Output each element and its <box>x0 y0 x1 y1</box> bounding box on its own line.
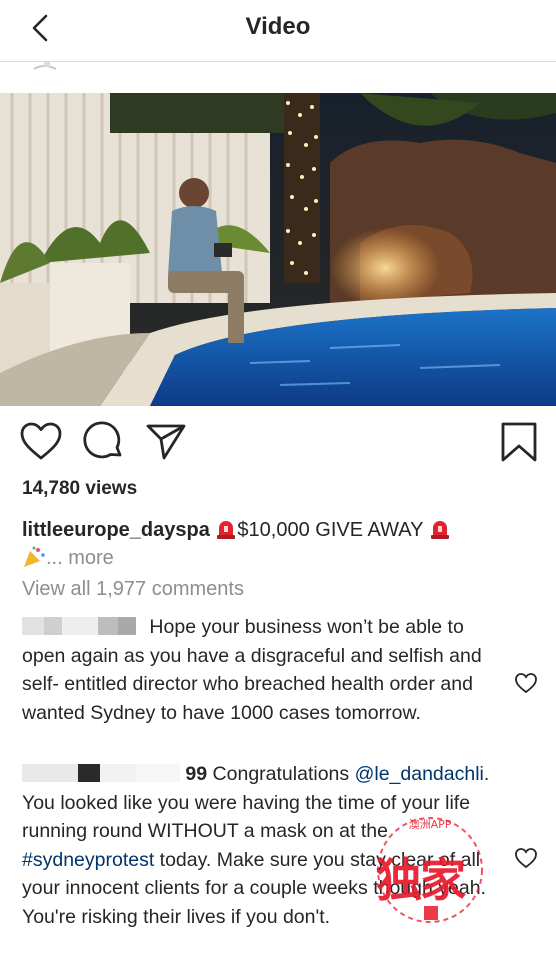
heart-icon <box>20 422 62 460</box>
comment-like-button[interactable] <box>514 847 538 869</box>
view-all-comments-link[interactable]: View all 1,977 comments <box>22 578 244 601</box>
comment-item: 99 Congratulations @le_dandachli. You lo… <box>22 760 512 931</box>
comment-bubble-icon <box>83 421 122 459</box>
comment-username-suffix[interactable]: 99 <box>185 763 207 785</box>
comment-like-button[interactable] <box>514 672 538 694</box>
party-popper-icon <box>22 546 46 568</box>
comment-username-redacted[interactable] <box>22 763 185 785</box>
view-count: 14,780 views <box>22 478 138 499</box>
like-button[interactable] <box>19 420 63 464</box>
police-light-icon <box>215 519 237 539</box>
caption-ellipsis: ... <box>46 547 63 569</box>
bookmark-icon <box>501 422 537 462</box>
caption-text: $10,000 GIVE AWAY <box>237 519 424 541</box>
profile-avatar-partial <box>30 58 70 70</box>
video-frame <box>0 93 556 406</box>
caption-username[interactable]: littleeurope_dayspa <box>22 519 210 541</box>
comment-hashtag-link[interactable]: #sydneyprotest <box>22 849 154 871</box>
heart-icon <box>515 673 537 694</box>
comment-username-redacted[interactable] <box>22 616 141 638</box>
comment-item: Hope your business won’t be able to open… <box>22 613 512 727</box>
share-button[interactable] <box>144 420 188 464</box>
save-button[interactable] <box>497 420 541 464</box>
comment-button[interactable] <box>82 420 126 464</box>
page-title: Video <box>245 13 311 40</box>
police-light-icon <box>429 519 451 539</box>
top-nav-bar: Video <box>0 0 556 62</box>
comment-text: Congratulations <box>212 763 350 785</box>
caption-more-link[interactable]: more <box>68 547 114 569</box>
paper-plane-icon <box>146 424 186 460</box>
post-actions <box>0 420 556 470</box>
video-player[interactable] <box>0 93 556 406</box>
post-caption: littleeurope_dayspa $10,000 GIVE AWAY ..… <box>22 516 542 572</box>
comment-mention-link[interactable]: @le_dandachli <box>355 763 484 785</box>
heart-icon <box>515 848 537 869</box>
